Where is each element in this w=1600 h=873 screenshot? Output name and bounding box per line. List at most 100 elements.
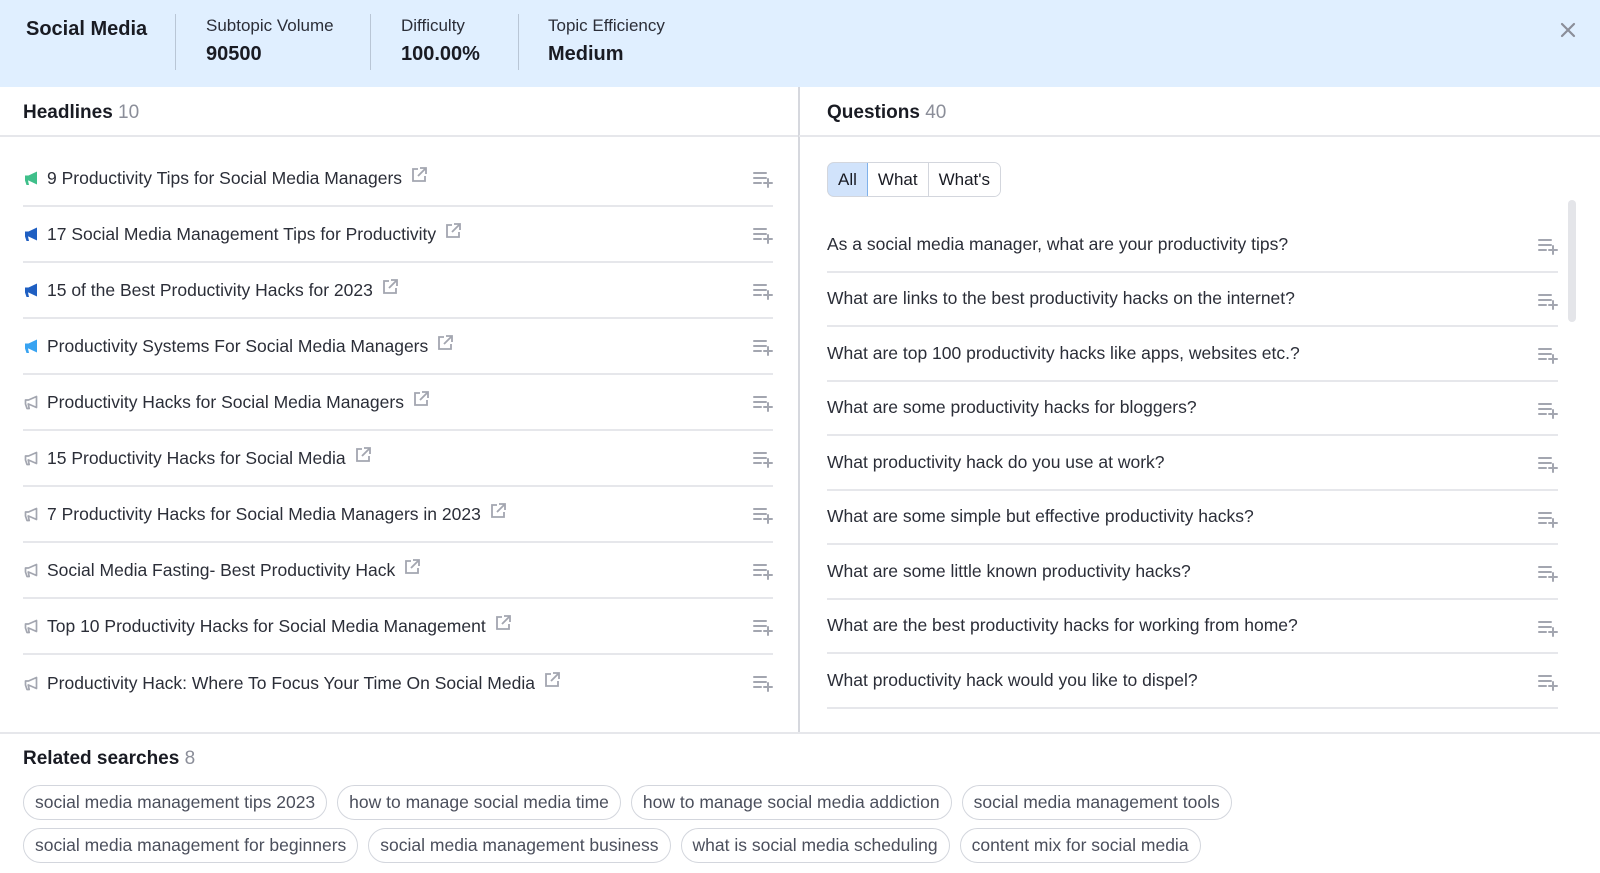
question-text: What are top 100 productivity hacks like… [827, 342, 1300, 363]
header-divider [518, 14, 519, 70]
question-text: What are some simple but effective produ… [827, 506, 1254, 527]
headline-row: Productivity Systems For Social Media Ma… [23, 319, 773, 375]
question-text: What productivity hack do you use at wor… [827, 451, 1165, 472]
questions-count: 40 [925, 102, 947, 123]
add-to-list-icon[interactable] [1538, 237, 1558, 255]
megaphone-outline-icon [23, 450, 40, 467]
headline-row: 7 Productivity Hacks for Social Media Ma… [23, 487, 773, 543]
external-link-icon[interactable] [489, 502, 507, 520]
headline-text: Productivity Hacks for Social Media Mana… [47, 391, 404, 412]
headline-text: 15 of the Best Productivity Hacks for 20… [47, 279, 373, 300]
add-to-list-icon[interactable] [753, 618, 773, 636]
related-search-chip[interactable]: social media management tips 2023 [23, 785, 328, 820]
megaphone-outline-icon [23, 506, 40, 523]
headline-row: 9 Productivity Tips for Social Media Man… [23, 151, 773, 207]
headline-row: 17 Social Media Management Tips for Prod… [23, 207, 773, 263]
external-link-icon[interactable] [412, 390, 430, 408]
question-row: What are some little known productivity … [827, 545, 1558, 600]
add-to-list-icon[interactable] [753, 226, 773, 244]
external-link-icon[interactable] [444, 222, 462, 240]
question-text: As a social media manager, what are your… [827, 233, 1289, 254]
close-icon [1560, 22, 1576, 38]
megaphone-filled-icon [23, 226, 40, 243]
add-to-list-icon[interactable] [753, 282, 773, 300]
metric-value: 90500 [206, 43, 262, 65]
headlines-title: Headlines [23, 102, 113, 123]
close-button[interactable] [1558, 20, 1578, 40]
headline-row: Top 10 Productivity Hacks for Social Med… [23, 599, 773, 655]
headline-text: 17 Social Media Management Tips for Prod… [47, 223, 437, 244]
questions-heading: Questions 40 [799, 87, 1600, 137]
metric-label: Subtopic Volume [206, 16, 334, 35]
add-to-list-icon[interactable] [1538, 619, 1558, 637]
question-row: What are some simple but effective produ… [827, 491, 1558, 545]
add-to-list-icon[interactable] [753, 394, 773, 412]
megaphone-outline-icon [23, 675, 40, 692]
add-to-list-icon[interactable] [753, 562, 773, 580]
add-to-list-icon[interactable] [753, 674, 773, 692]
question-text: What are the best productivity hacks for… [827, 615, 1298, 636]
external-link-icon[interactable] [494, 614, 512, 632]
related-search-chip[interactable]: how to manage social media addiction [630, 785, 952, 820]
question-text: What are some productivity hacks for blo… [827, 397, 1197, 418]
add-to-list-icon[interactable] [1538, 292, 1558, 310]
question-row: What productivity hack do you use at wor… [827, 436, 1558, 491]
related-title: Related searches [23, 748, 180, 769]
add-to-list-icon[interactable] [753, 450, 773, 468]
header-divider [370, 14, 371, 70]
related-search-chip[interactable]: social media management business [368, 828, 671, 863]
related-search-chip[interactable]: what is social media scheduling [680, 828, 950, 863]
question-row: As a social media manager, what are your… [827, 218, 1558, 273]
metric-label: Difficulty [401, 16, 465, 35]
megaphone-filled-icon [23, 338, 40, 355]
header-divider [175, 14, 176, 70]
filter-whats-button[interactable]: What's [928, 163, 1001, 196]
questions-scrollbar[interactable] [1568, 200, 1576, 322]
add-to-list-icon[interactable] [753, 506, 773, 524]
external-link-icon[interactable] [436, 334, 454, 352]
headline-text: 9 Productivity Tips for Social Media Man… [47, 167, 403, 188]
add-to-list-icon[interactable] [1538, 455, 1558, 473]
topic-title: Social Media [26, 18, 148, 40]
add-to-list-icon[interactable] [753, 338, 773, 356]
megaphone-outline-icon [23, 618, 40, 635]
related-search-chip[interactable]: social media management for beginners [23, 828, 359, 863]
headline-text: 7 Productivity Hacks for Social Media Ma… [47, 503, 481, 524]
add-to-list-icon[interactable] [1538, 673, 1558, 691]
headline-text: 15 Productivity Hacks for Social Media [47, 447, 346, 468]
megaphone-filled-icon [23, 282, 40, 299]
related-search-chip[interactable]: content mix for social media [959, 828, 1201, 863]
filter-what-button[interactable]: What [867, 163, 929, 196]
related-search-chip[interactable]: social media management tools [961, 785, 1232, 820]
external-link-icon[interactable] [410, 166, 428, 184]
question-text: What are some little known productivity … [827, 560, 1191, 581]
add-to-list-icon[interactable] [1538, 401, 1558, 419]
external-link-icon[interactable] [354, 446, 372, 464]
add-to-list-icon[interactable] [1538, 564, 1558, 582]
metric-topic-efficiency: Topic Efficiency Medium [548, 16, 665, 66]
metric-label: Topic Efficiency [548, 16, 665, 35]
headline-text: Top 10 Productivity Hacks for Social Med… [47, 615, 486, 636]
metric-value: 100.00% [401, 43, 480, 65]
related-search-chip[interactable]: how to manage social media time [337, 785, 621, 820]
external-link-icon[interactable] [403, 558, 421, 576]
metric-difficulty: Difficulty 100.00% [401, 16, 480, 66]
external-link-icon[interactable] [543, 671, 561, 689]
question-row: What are links to the best productivity … [827, 273, 1558, 327]
related-count: 8 [184, 748, 196, 769]
metric-subtopic-volume: Subtopic Volume 90500 [206, 16, 334, 66]
related-heading: Related searches 8 [23, 748, 195, 770]
external-link-icon[interactable] [381, 278, 399, 296]
filter-all-button[interactable]: All [828, 163, 868, 196]
add-to-list-icon[interactable] [753, 170, 773, 188]
topic-header: Social Media Subtopic Volume 90500 Diffi… [0, 0, 1600, 87]
add-to-list-icon[interactable] [1538, 510, 1558, 528]
question-text: What productivity hack would you like to… [827, 669, 1198, 690]
headlines-count: 10 [118, 102, 140, 123]
question-row: What are some productivity hacks for blo… [827, 382, 1558, 436]
add-to-list-icon[interactable] [1538, 346, 1558, 364]
related-searches-section: Related searches 8 social media manageme… [0, 732, 1600, 873]
headline-row: 15 Productivity Hacks for Social Media [23, 431, 773, 487]
questions-title: Questions [827, 102, 920, 123]
headlines-panel: Headlines 10 9 Productivity Tips for Soc… [0, 87, 798, 732]
